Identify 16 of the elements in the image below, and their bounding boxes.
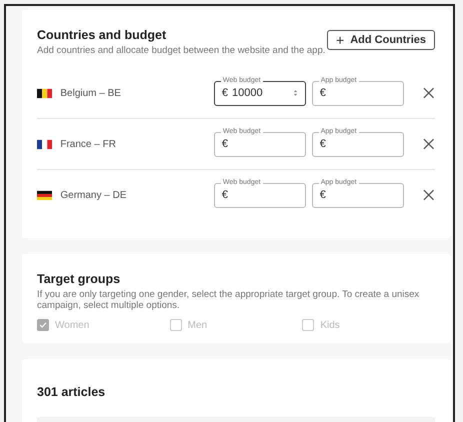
checkbox-label: Men	[188, 320, 208, 330]
checkbox-label: Kids	[320, 320, 340, 330]
close-icon[interactable]	[422, 137, 436, 151]
section-subtitle: Add countries and allocate budget between the website and the app.	[37, 45, 326, 56]
country-name: France – FR	[60, 138, 117, 150]
country-name: Belgium – BE	[60, 88, 122, 98]
close-icon[interactable]	[422, 86, 436, 100]
country-name: Germany – DE	[60, 190, 128, 200]
spinner-arrows-icon[interactable]	[292, 89, 298, 97]
add-countries-button[interactable]: + Add Countries	[327, 30, 435, 50]
close-icon[interactable]	[422, 188, 436, 202]
section-description: If you are only targeting one gender, select the appropriate target group. To create a unisex campaign, select multiple options.	[37, 289, 420, 311]
section-title: 301 articles	[37, 385, 106, 399]
section-title: Target groups	[37, 272, 122, 286]
checkbox-label: Women	[55, 320, 90, 330]
section-title: Countries and budget	[37, 28, 168, 42]
